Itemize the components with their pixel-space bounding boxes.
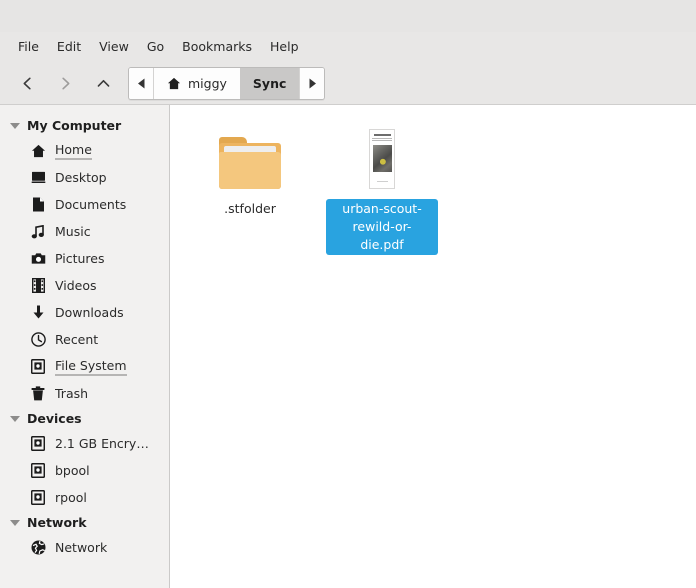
film-icon — [30, 278, 46, 294]
sidebar-item-music[interactable]: Music — [0, 218, 169, 245]
chevron-left-icon — [23, 77, 31, 90]
sidebar-item-label: Videos — [55, 278, 97, 293]
chevron-right-icon — [61, 77, 69, 90]
sidebar-item-pictures[interactable]: Pictures — [0, 245, 169, 272]
sidebar-item-label: 2.1 GB Encry… — [55, 436, 149, 451]
icon-grid: .stfolder urban-scout-rewild-or-die.pdf — [170, 105, 696, 263]
sidebar-section-label: My Computer — [27, 118, 122, 133]
window-body: My Computer Home Desktop Documents Music… — [0, 105, 696, 588]
sidebar-item-label: bpool — [55, 463, 90, 478]
sidebar-item-label: Music — [55, 224, 91, 239]
sidebar-item-rpool[interactable]: rpool — [0, 484, 169, 511]
sidebar-item-desktop[interactable]: Desktop — [0, 164, 169, 191]
forward-button[interactable] — [46, 69, 84, 99]
drive-icon — [30, 436, 46, 452]
menu-bar: File Edit View Go Bookmarks Help — [0, 32, 696, 63]
clock-icon — [30, 332, 46, 348]
home-icon — [30, 143, 46, 159]
sidebar-item-label: Desktop — [55, 170, 107, 185]
chevron-down-icon — [10, 122, 20, 129]
breadcrumb-item-miggy[interactable]: miggy — [154, 68, 240, 99]
menu-go[interactable]: Go — [138, 38, 173, 57]
sidebar-item-home[interactable]: Home — [0, 137, 169, 164]
sidebar-item-trash[interactable]: Trash — [0, 380, 169, 407]
trash-icon — [30, 386, 46, 402]
chevron-down-icon — [10, 415, 20, 422]
menu-view[interactable]: View — [90, 38, 138, 57]
breadcrumb: miggy Sync — [128, 67, 326, 100]
sidebar-item-label: Pictures — [55, 251, 105, 266]
sidebar-item-label: rpool — [55, 490, 87, 505]
download-arrow-icon — [30, 305, 46, 321]
folder-icon — [219, 137, 281, 189]
pdf-thumbnail — [369, 125, 395, 189]
file-item-urban-scout-pdf[interactable]: urban-scout-rewild-or-die.pdf — [316, 119, 448, 263]
folder-thumbnail — [219, 125, 281, 189]
sidebar-item-label: Home — [55, 142, 92, 160]
sidebar-item-recent[interactable]: Recent — [0, 326, 169, 353]
triangle-right-icon — [309, 78, 316, 89]
back-button[interactable] — [8, 69, 46, 99]
sidebar-section-network[interactable]: Network — [0, 511, 169, 534]
drive-icon — [30, 490, 46, 506]
camera-icon — [30, 251, 46, 267]
chevron-up-icon — [97, 79, 109, 87]
breadcrumb-label: Sync — [252, 76, 287, 91]
sidebar-section-label: Devices — [27, 411, 82, 426]
sidebar-item-downloads[interactable]: Downloads — [0, 299, 169, 326]
sidebar-section-devices[interactable]: Devices — [0, 407, 169, 430]
sidebar-item-label: File System — [55, 358, 127, 376]
file-item-stfolder[interactable]: .stfolder — [184, 119, 316, 263]
pdf-page-preview-icon — [369, 129, 395, 189]
drive-icon — [30, 463, 46, 479]
menu-edit[interactable]: Edit — [48, 38, 90, 57]
file-item-label: .stfolder — [224, 201, 276, 216]
home-icon — [167, 77, 181, 90]
sidebar-item-label: Trash — [55, 386, 89, 401]
sidebar-item-file-system[interactable]: File System — [0, 353, 169, 380]
menu-bookmarks[interactable]: Bookmarks — [173, 38, 261, 57]
sidebar-item-label: Recent — [55, 332, 99, 347]
triangle-left-icon — [137, 78, 144, 89]
file-list-pane[interactable]: .stfolder urban-scout-rewild-or-die.pdf — [170, 105, 696, 588]
title-bar — [0, 0, 696, 32]
breadcrumb-label: miggy — [188, 76, 227, 91]
sidebar-section-label: Network — [27, 515, 87, 530]
sidebar-item-videos[interactable]: Videos — [0, 272, 169, 299]
sidebar-item-bpool[interactable]: bpool — [0, 457, 169, 484]
sidebar-item-network[interactable]: Network — [0, 534, 169, 561]
sidebar: My Computer Home Desktop Documents Music… — [0, 105, 170, 588]
globe-icon — [30, 540, 46, 556]
file-manager-window: File Edit View Go Bookmarks Help miggy S… — [0, 0, 696, 588]
toolbar: miggy Sync — [0, 63, 696, 105]
file-item-label: urban-scout-rewild-or-die.pdf — [326, 199, 438, 256]
sidebar-section-my-computer[interactable]: My Computer — [0, 114, 169, 137]
sidebar-item-label: Documents — [55, 197, 127, 212]
drive-icon — [30, 359, 46, 375]
chevron-down-icon — [10, 519, 20, 526]
up-button[interactable] — [84, 69, 122, 99]
menu-file[interactable]: File — [9, 38, 48, 57]
sidebar-item-label: Downloads — [55, 305, 124, 320]
breadcrumb-scroll-left[interactable] — [129, 68, 154, 99]
sidebar-item-label: Network — [55, 540, 108, 555]
breadcrumb-item-sync[interactable]: Sync — [239, 68, 300, 99]
breadcrumb-scroll-right[interactable] — [299, 68, 325, 99]
music-note-icon — [30, 224, 46, 240]
document-icon — [30, 197, 46, 213]
desktop-icon — [30, 170, 46, 186]
sidebar-item-documents[interactable]: Documents — [0, 191, 169, 218]
menu-help[interactable]: Help — [261, 38, 308, 57]
sidebar-item-encrypted-volume[interactable]: 2.1 GB Encry… — [0, 430, 169, 457]
